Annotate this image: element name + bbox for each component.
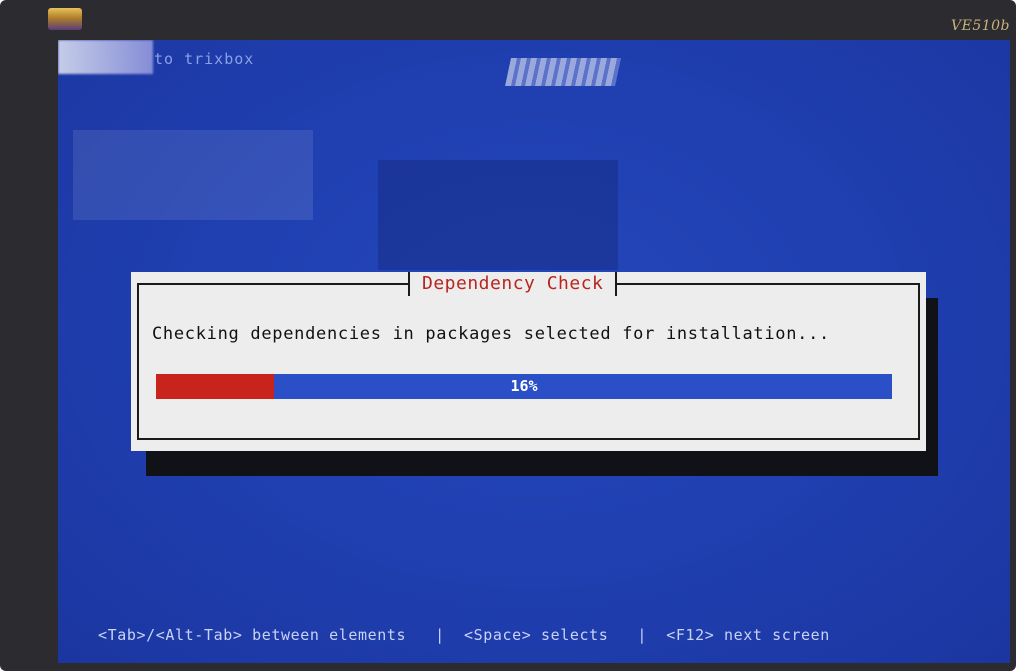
screen-glare <box>58 40 153 74</box>
key-help-status-bar: <Tab>/<Alt-Tab> between elements | <Spac… <box>98 626 830 644</box>
screen-glare-reflection <box>505 58 621 86</box>
dependency-check-dialog: Dependency Check Checking dependencies i… <box>131 272 926 451</box>
person-reflection <box>378 160 618 270</box>
monitor-model-label: VE510b <box>950 18 1010 34</box>
dialog-frame <box>137 283 920 440</box>
installer-screen: to trixbox Dependency Check Checking dep… <box>58 40 1010 663</box>
dialog-title: Dependency Check <box>408 272 618 296</box>
dialog-message: Checking dependencies in packages select… <box>152 324 830 344</box>
progress-bar: 16% <box>156 374 892 399</box>
progress-percent-label: 16% <box>510 377 538 395</box>
window-reflection <box>73 130 313 220</box>
monitor-bezel: VE510b to trixbox Dependency Check Check… <box>0 0 1016 671</box>
monitor-brand-logo <box>48 8 82 30</box>
installer-header-title: to trixbox <box>154 50 255 68</box>
